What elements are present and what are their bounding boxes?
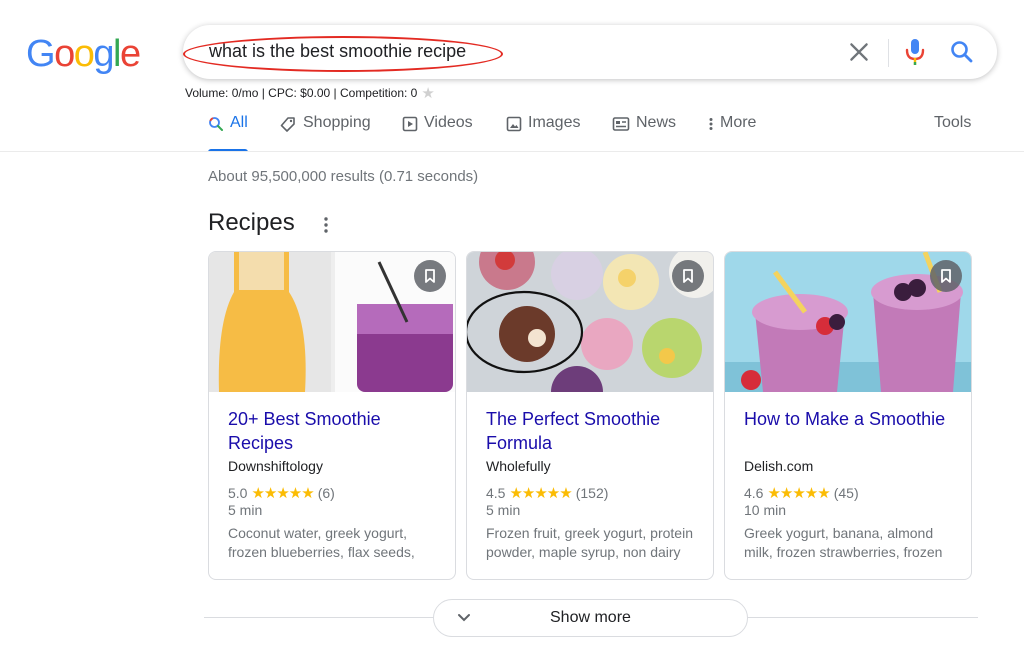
logo-letter: G xyxy=(26,33,56,75)
recipe-card[interactable]: How to Make a Smoothie Delish.com 4.6 ★★… xyxy=(724,251,972,580)
tab-videos[interactable]: Videos xyxy=(402,114,473,152)
recipe-time: 10 min xyxy=(744,502,787,518)
tab-label: More xyxy=(720,114,757,131)
logo-letter: e xyxy=(119,33,141,75)
chevron-down-icon xyxy=(458,614,470,622)
recipe-title-link[interactable]: The Perfect Smoothie Formula xyxy=(486,407,696,455)
search-icon xyxy=(209,117,223,131)
rating-value: 4.6 xyxy=(744,485,764,501)
recipe-card[interactable]: The Perfect Smoothie Formula Wholefully … xyxy=(466,251,714,580)
recipe-title-link[interactable]: 20+ Best Smoothie Recipes xyxy=(228,407,438,455)
bookmark-icon xyxy=(941,269,951,283)
recipe-source: Wholefully xyxy=(486,458,551,474)
star-icon[interactable]: ★ xyxy=(421,84,434,102)
tools-button[interactable]: Tools xyxy=(934,114,971,132)
recipe-card[interactable]: 20+ Best Smoothie Recipes Downshiftology… xyxy=(208,251,456,580)
result-stats: About 95,500,000 results (0.71 seconds) xyxy=(208,168,479,185)
tab-label: Shopping xyxy=(303,114,371,131)
more-options-icon[interactable] xyxy=(322,216,330,234)
recipe-source: Delish.com xyxy=(744,458,814,474)
star-rating-icon: ★★★★★ xyxy=(509,485,572,502)
search-input[interactable]: what is the best smoothie recipe xyxy=(209,41,466,62)
show-more-button[interactable]: Show more xyxy=(433,599,748,637)
tab-more[interactable]: More xyxy=(708,114,756,152)
review-count: (152) xyxy=(575,485,609,501)
rating-value: 5.0 xyxy=(228,485,248,501)
tab-all[interactable]: All xyxy=(208,114,248,152)
bookmark-icon xyxy=(425,269,435,283)
recipe-ingredients: Coconut water, greek yogurt, frozen blue… xyxy=(228,525,415,560)
recipe-rating: 4.6 ★★★★★ (45) xyxy=(744,484,859,502)
review-count: (6) xyxy=(317,485,335,501)
show-more-label: Show more xyxy=(550,609,631,626)
recipe-source: Downshiftology xyxy=(228,458,323,474)
more-vertical-icon xyxy=(709,118,713,130)
recipe-ingredients: Frozen fruit, greek yogurt, protein powd… xyxy=(486,525,693,560)
tab-shopping[interactable]: Shopping xyxy=(279,114,371,152)
logo-letter: o xyxy=(73,33,95,75)
header-divider xyxy=(0,151,1024,152)
tab-label: Images xyxy=(528,114,581,131)
recipe-ingredients: Greek yogurt, banana, almond milk, froze… xyxy=(744,525,943,560)
logo-letter: g xyxy=(93,33,114,75)
keyword-info: Volume: 0/mo | CPC: $0.00 | Competition:… xyxy=(185,84,435,102)
divider xyxy=(888,39,889,67)
tab-label: News xyxy=(636,114,677,131)
recipe-rating: 4.5 ★★★★★ (152) xyxy=(486,484,608,502)
bookmark-button[interactable] xyxy=(672,260,704,292)
review-count: (45) xyxy=(833,485,859,501)
play-icon xyxy=(402,116,418,132)
tab-label: All xyxy=(230,114,248,131)
star-rating-icon: ★★★★★ xyxy=(767,485,830,502)
microphone-icon[interactable] xyxy=(904,37,926,67)
logo-letter: l xyxy=(112,33,121,75)
bookmark-button[interactable] xyxy=(414,260,446,292)
tag-icon xyxy=(280,117,295,132)
recipe-rating: 5.0 ★★★★★ (6) xyxy=(228,484,335,502)
search-box[interactable]: what is the best smoothie recipe xyxy=(183,25,997,79)
recipe-time: 5 min xyxy=(228,502,263,518)
google-logo[interactable]: Google xyxy=(26,33,141,76)
tab-images[interactable]: Images xyxy=(506,114,580,152)
tab-news[interactable]: News xyxy=(612,114,676,152)
close-icon[interactable] xyxy=(846,39,872,65)
keyword-metrics: Volume: 0/mo | CPC: $0.00 | Competition:… xyxy=(185,86,418,100)
recipe-time: 5 min xyxy=(486,502,521,518)
image-icon xyxy=(506,116,522,132)
recipe-title-link[interactable]: How to Make a Smoothie xyxy=(744,407,954,431)
rating-value: 4.5 xyxy=(486,485,506,501)
tab-label: Videos xyxy=(424,114,473,131)
news-icon xyxy=(612,117,630,131)
bookmark-icon xyxy=(683,269,693,283)
recipes-heading: Recipes xyxy=(208,209,295,236)
star-rating-icon: ★★★★★ xyxy=(251,485,314,502)
bookmark-button[interactable] xyxy=(930,260,962,292)
search-icon[interactable] xyxy=(948,38,976,66)
logo-letter: o xyxy=(54,33,75,75)
